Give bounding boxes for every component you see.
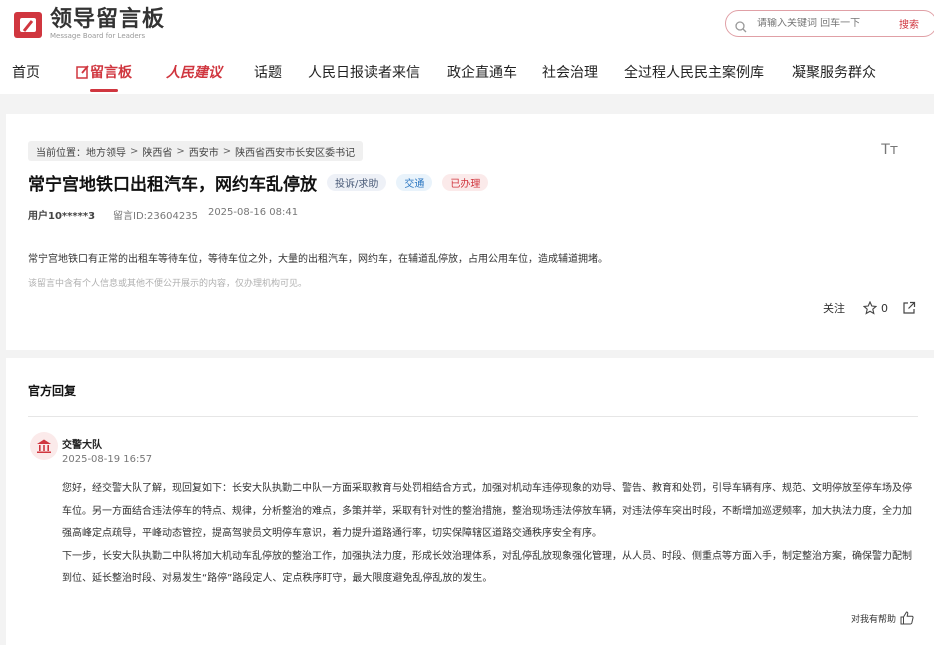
reply-card: 官方回复 交警大队 2025-08-19 16:57 您好，经交警大队了解，现回…	[6, 358, 934, 645]
privacy-note: 该留言中含有个人信息或其他不便公开展示的内容，仅办理机构可见。	[28, 279, 308, 289]
breadcrumb-label: 当前位置：	[36, 147, 86, 159]
tag-domain: 交通	[396, 174, 433, 191]
message-meta: 用户10*****3 留言ID:23604235 2025-08-16 08:4…	[28, 207, 298, 222]
message-card: 当前位置： 地方领导 > 陕西省 > 西安市 > 陕西省西安市长安区委书记 Tт…	[6, 114, 934, 350]
breadcrumb-item[interactable]: 陕西省	[142, 144, 172, 159]
logo-subtitle: Message Board for Leaders	[50, 32, 146, 40]
share-icon[interactable]	[902, 301, 916, 315]
breadcrumb-separator: >	[176, 145, 185, 157]
edit-icon	[76, 65, 89, 79]
message-actions: 关注 0	[823, 300, 916, 316]
header: 领导留言板 Message Board for Leaders 搜索 首页 留言…	[0, 0, 934, 94]
nav-message-board[interactable]: 留言板	[76, 62, 132, 92]
star-count: 0	[881, 301, 888, 315]
breadcrumb-item[interactable]: 地方领导	[86, 144, 126, 159]
logo-title: 领导留言板	[50, 7, 166, 32]
nav-topics[interactable]: 话题	[254, 62, 282, 82]
tag-type: 投诉/求助	[327, 174, 387, 191]
nav-reader-letters[interactable]: 人民日报读者来信	[308, 62, 420, 82]
logo-icon	[12, 9, 44, 41]
divider	[28, 416, 918, 417]
message-id: 留言ID:23604235	[113, 211, 198, 222]
site-logo[interactable]: 领导留言板 Message Board for Leaders	[12, 8, 165, 41]
reply-content: 您好，经交警大队了解，现回复如下：长安大队执勤二中队一方面采取教育与处罚相结合方…	[62, 478, 918, 591]
reply-heading: 官方回复	[28, 384, 77, 398]
nav-democracy-cases[interactable]: 全过程人民民主案例库	[624, 62, 764, 82]
breadcrumb-separator: >	[130, 145, 139, 157]
reply-org: 交警大队	[62, 440, 102, 451]
helpful-button[interactable]: 对我有帮助	[851, 611, 914, 625]
nav-people-suggestion[interactable]: 人民建议	[166, 62, 222, 82]
reply-paragraph: 下一步，长安大队执勤二中队将加大机动车乱停放的整治工作，加强执法力度，形成长效治…	[62, 550, 912, 585]
search-button[interactable]: 搜索	[899, 16, 919, 31]
nav-message-board-label: 留言板	[90, 65, 132, 81]
follow-button[interactable]: 关注	[823, 300, 845, 316]
search-input[interactable]	[757, 18, 887, 29]
nav-social-governance[interactable]: 社会治理	[542, 62, 598, 82]
breadcrumb-separator: >	[222, 145, 232, 157]
message-time: 2025-08-16 08:41	[207, 207, 299, 218]
reply-paragraph: 您好，经交警大队了解，现回复如下：长安大队执勤二中队一方面采取教育与处罚相结合方…	[62, 483, 912, 539]
nav-serve-masses[interactable]: 凝聚服务群众	[792, 62, 876, 82]
breadcrumb-item[interactable]: 陕西省西安市长安区委书记	[235, 144, 355, 159]
nav-home[interactable]: 首页	[12, 62, 40, 82]
star-icon	[863, 301, 877, 315]
helpful-label: 对我有帮助	[850, 614, 896, 625]
search-icon	[735, 18, 747, 32]
breadcrumb-item[interactable]: 西安市	[189, 144, 219, 159]
message-title: 常宁宫地铁口出租汽车，网约车乱停放	[28, 175, 317, 195]
thumbs-up-icon	[900, 611, 914, 625]
search-box: 搜索	[725, 10, 934, 37]
font-size-icon[interactable]: Tт	[881, 142, 898, 158]
message-user: 用户10*****3	[28, 211, 96, 222]
main-nav: 首页 留言板 人民建议 话题 人民日报读者来信 政企直通车 社会治理 全过程人民…	[0, 58, 934, 92]
government-building-icon	[30, 432, 58, 460]
status-badge: 已办理	[442, 174, 489, 191]
message-content: 常宁宫地铁口有正常的出租车等待车位，等待车位之外，大量的出租汽车，网约车，在辅道…	[28, 254, 608, 265]
reply-time: 2025-08-19 16:57	[62, 454, 153, 465]
nav-government-enterprise[interactable]: 政企直通车	[447, 62, 517, 82]
title-row: 常宁宫地铁口出租汽车，网约车乱停放 投诉/求助 交通 已办理	[28, 170, 489, 195]
breadcrumb: 当前位置： 地方领导 > 陕西省 > 西安市 > 陕西省西安市长安区委书记	[28, 141, 364, 161]
star-button[interactable]: 0	[863, 301, 888, 315]
